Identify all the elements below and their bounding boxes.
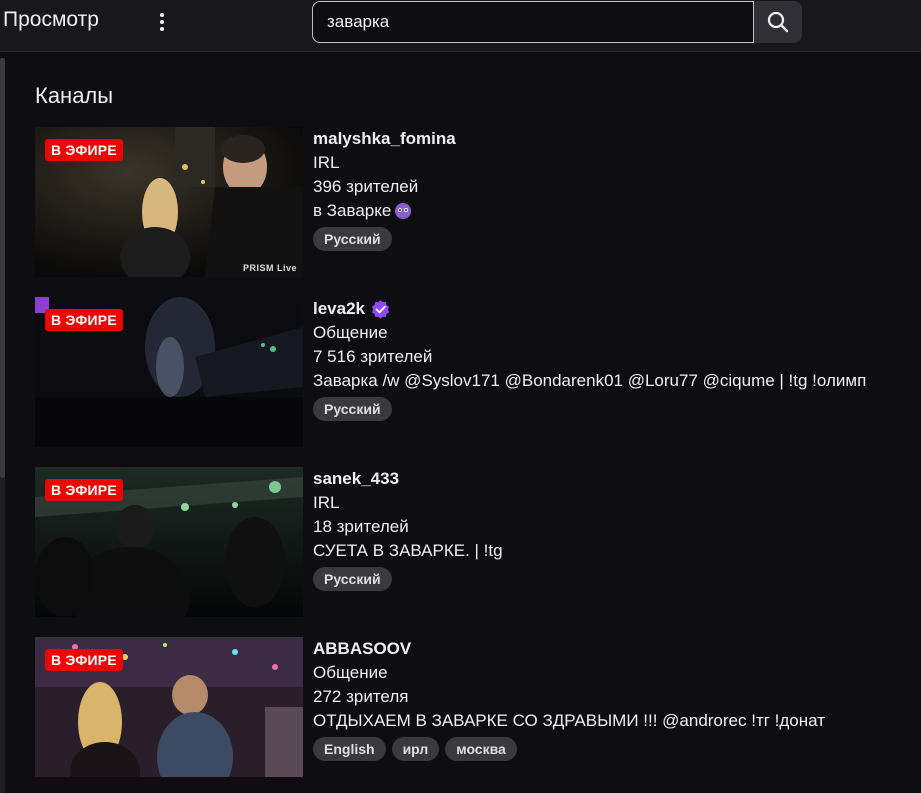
- scrollbar[interactable]: [0, 58, 5, 793]
- tag-button[interactable]: москва: [445, 737, 517, 761]
- channel-name[interactable]: ABBASOOV: [313, 637, 825, 661]
- live-badge: В ЭФИРЕ: [45, 649, 123, 671]
- tag-button[interactable]: ирл: [391, 737, 440, 761]
- channel-category[interactable]: IRL: [313, 151, 456, 175]
- viewer-count: 18 зрителей: [313, 517, 409, 536]
- stream-thumbnail[interactable]: В ЭФИРЕ: [35, 467, 303, 617]
- search-button[interactable]: [754, 1, 802, 43]
- channel-card: В ЭФИРЕ ABBASOOV Общение 272 зрителя ОТД…: [35, 637, 915, 789]
- live-badge: В ЭФИРЕ: [45, 309, 123, 331]
- stream-title: ОТДЫХАЕМ В ЗАВАРКЕ СО ЗДРАВЫМИ !!! @andr…: [313, 711, 826, 730]
- stream-title: СУЕТА В ЗАВАРКЕ. | !tg: [313, 541, 503, 560]
- stream-thumbnail[interactable]: В ЭФИРЕ: [35, 637, 303, 787]
- prism-live-watermark: PRISM Live: [242, 263, 297, 273]
- search-input[interactable]: [312, 1, 754, 43]
- stream-title: в Заварке: [313, 199, 456, 223]
- top-bar: Просмотр: [0, 0, 921, 52]
- tag-button[interactable]: Русский: [313, 227, 392, 251]
- channel-category[interactable]: Общение: [313, 321, 866, 345]
- channel-name[interactable]: leva2k: [313, 297, 866, 321]
- tag-button[interactable]: English: [313, 737, 386, 761]
- search-box: [312, 1, 754, 43]
- channel-category[interactable]: IRL: [313, 491, 503, 515]
- search-icon: [767, 11, 789, 33]
- tag-button[interactable]: Русский: [313, 567, 392, 591]
- live-badge: В ЭФИРЕ: [45, 139, 123, 161]
- channel-name[interactable]: malyshka_fomina: [313, 127, 456, 151]
- more-options-icon[interactable]: [150, 8, 174, 36]
- stream-thumbnail[interactable]: В ЭФИРЕ: [35, 297, 303, 447]
- verified-badge-icon: [371, 299, 390, 319]
- live-badge: В ЭФИРЕ: [45, 479, 123, 501]
- channel-card: В ЭФИРЕ sanek_433 IRL 18 зрителей СУЕТА …: [35, 467, 915, 619]
- purple-face-emote-icon: [395, 203, 412, 219]
- page-title[interactable]: Просмотр: [3, 8, 99, 32]
- channel-card: В ЭФИРЕ leva2k Общение 7 516 зрителей За…: [35, 297, 915, 449]
- channel-card: В ЭФИРЕ PRISM Live malyshka_fomina IRL 3…: [35, 127, 915, 279]
- channel-category[interactable]: Общение: [313, 661, 825, 685]
- viewer-count: 272 зрителя: [313, 687, 409, 706]
- section-title-channels: Каналы: [35, 83, 114, 108]
- viewer-count: 7 516 зрителей: [313, 347, 433, 366]
- viewer-count: 396 зрителей: [313, 177, 419, 196]
- channel-name[interactable]: sanek_433: [313, 467, 503, 491]
- stream-title: Заварка /w @Syslov171 @Bondarenk01 @Loru…: [313, 371, 867, 390]
- tag-button[interactable]: Русский: [313, 397, 392, 421]
- stream-thumbnail[interactable]: В ЭФИРЕ PRISM Live: [35, 127, 303, 277]
